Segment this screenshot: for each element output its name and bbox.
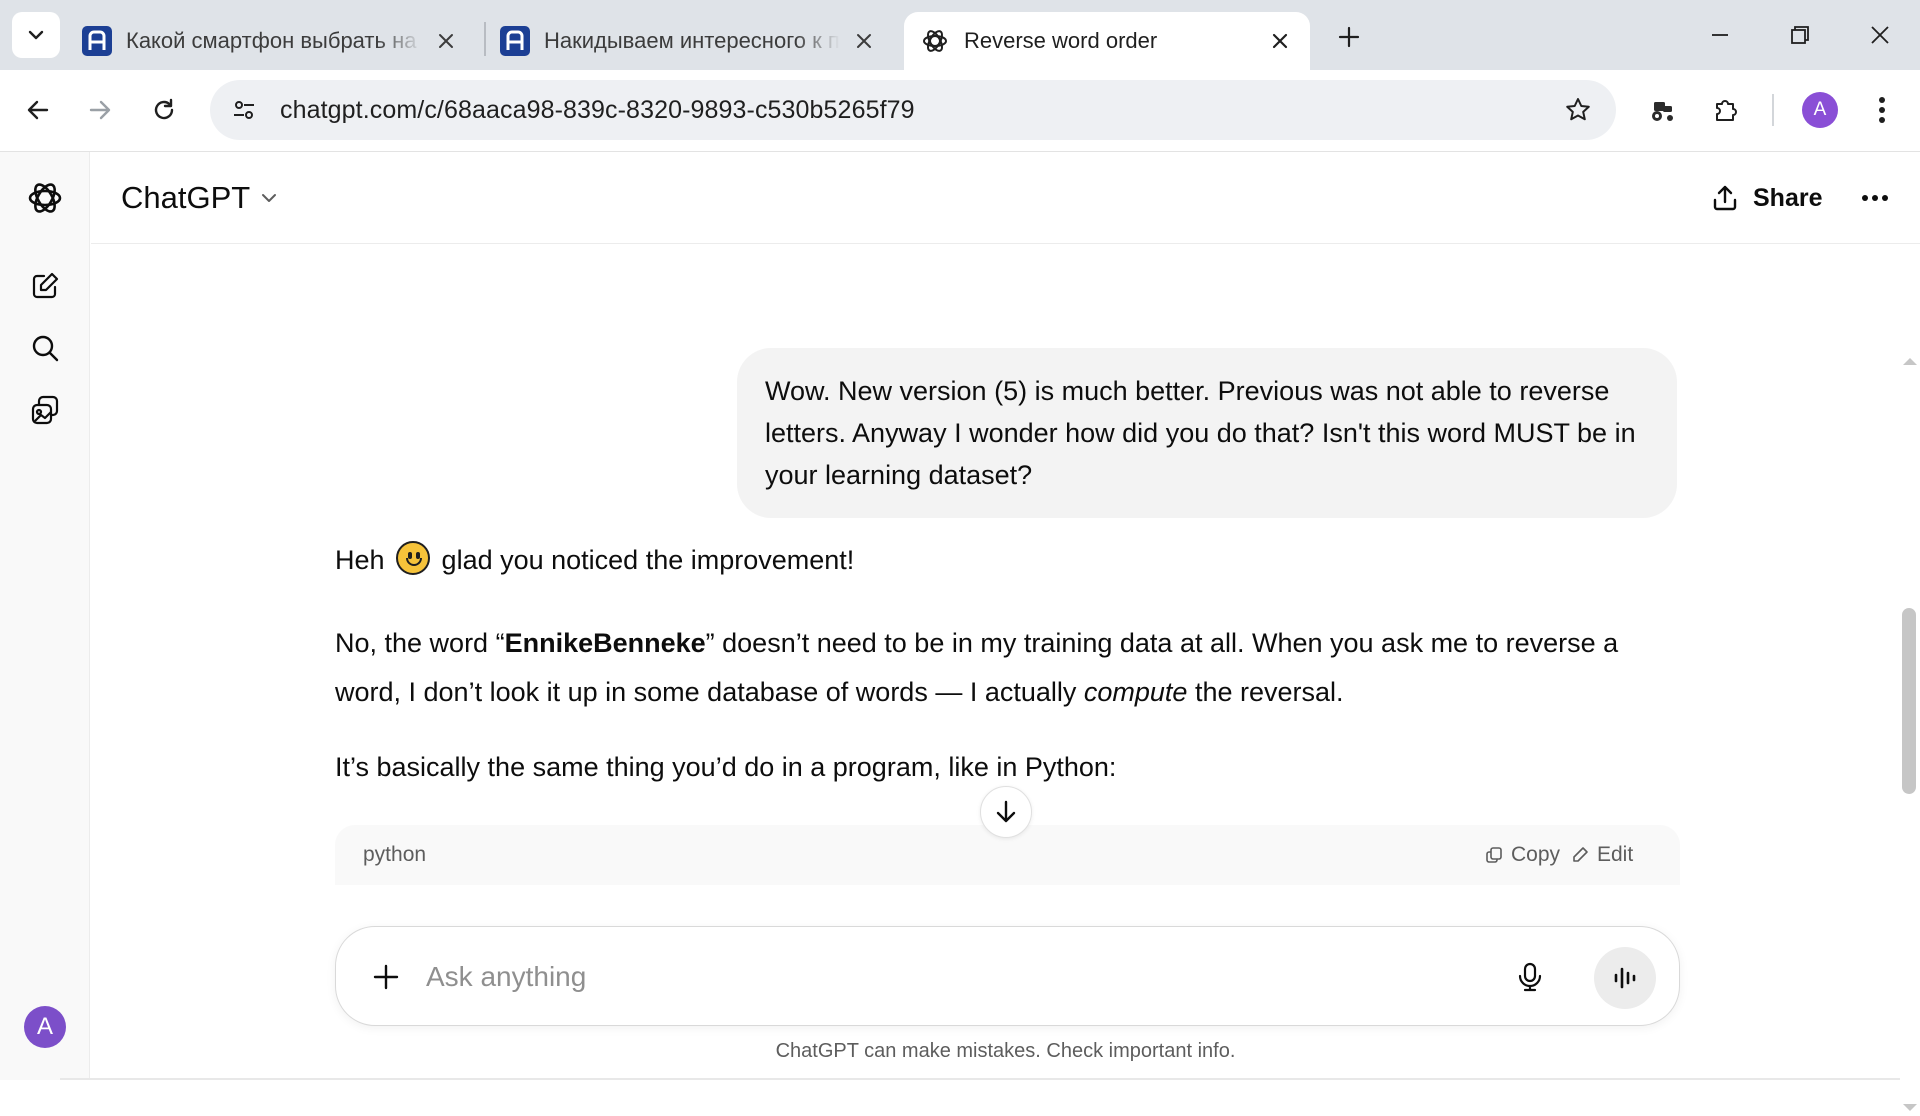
url-text: chatgpt.com/c/68aaca98-839c-8320-9893-c5…	[280, 95, 915, 124]
voice-waveform-icon	[1614, 967, 1636, 989]
chevron-down-icon	[28, 30, 44, 40]
minimize-icon	[1712, 34, 1728, 36]
chevron-down-icon	[260, 189, 278, 207]
copy-icon	[1486, 847, 1502, 863]
app-header: ChatGPT Share	[91, 152, 1920, 244]
bookmark-star-icon[interactable]	[1554, 86, 1602, 134]
voice-mode-button[interactable]	[1594, 947, 1656, 1009]
restore-icon	[1791, 26, 1809, 44]
tab-close-icon[interactable]	[1266, 27, 1294, 55]
arrow-left-icon	[27, 100, 49, 120]
main-panel: ChatGPT Share Wow. New version (5) is mu…	[91, 152, 1920, 1080]
sidebar-rail: A	[0, 152, 90, 1080]
library-button[interactable]	[21, 386, 69, 434]
openai-icon	[920, 26, 950, 56]
forward-button[interactable]	[76, 86, 124, 134]
scroll-up-arrow-icon[interactable]	[1903, 358, 1917, 365]
tab-title: Reverse word order	[964, 28, 1158, 53]
share-label: Share	[1753, 183, 1823, 212]
new-tab-button[interactable]	[1326, 14, 1372, 60]
reload-button[interactable]	[140, 86, 188, 134]
extension-tractor-icon[interactable]	[1638, 86, 1686, 134]
site-info-icon[interactable]	[222, 88, 266, 132]
share-icon	[1711, 184, 1739, 212]
reload-icon	[154, 98, 174, 120]
assistant-paragraph: It’s basically the same thing you’d do i…	[335, 752, 1117, 782]
disclaimer-text: ChatGPT can make mistakes. Check importa…	[775, 1040, 1236, 1062]
smiling-face-emoji-icon	[396, 541, 431, 575]
minimize-button[interactable]	[1680, 0, 1760, 70]
browser-tabstrip: Какой смартфон выбрать на сентябрь Накид…	[0, 0, 1920, 70]
prompt-input[interactable]	[426, 955, 1476, 999]
tab-title: Накидываем интересного к пятнице	[544, 28, 840, 53]
browser-tab-2[interactable]: Накидываем интересного к пятнице	[484, 12, 894, 70]
browser-profile-avatar[interactable]: A	[1802, 92, 1838, 128]
toolbar-divider	[1772, 94, 1774, 126]
share-button[interactable]: Share	[1711, 174, 1822, 222]
assistant-paragraph: No, the word “EnnikeBenneke” doesn’t nee…	[335, 628, 1619, 707]
tab-close-icon[interactable]	[432, 27, 460, 55]
new-chat-button[interactable]	[21, 262, 69, 310]
restore-button[interactable]	[1760, 0, 1840, 70]
scrollbar-thumb[interactable]	[1902, 608, 1916, 794]
plus-icon	[373, 964, 399, 990]
model-switcher[interactable]: ChatGPT	[121, 174, 278, 222]
composer	[335, 926, 1680, 1026]
arrow-right-icon	[89, 100, 111, 120]
search-chats-button[interactable]	[21, 324, 69, 372]
close-icon	[1871, 26, 1889, 44]
browser-toolbar: chatgpt.com/c/68aaca98-839c-8320-9893-c5…	[0, 70, 1920, 152]
library-images-icon	[31, 395, 59, 425]
dictate-button[interactable]	[1506, 953, 1554, 1001]
emphasized-word: compute	[1083, 677, 1188, 707]
copy-code-button[interactable]: Copy	[1485, 839, 1560, 871]
code-language-label: python	[363, 843, 427, 866]
assistant-paragraph: Heh glad you noticed the improvement!	[335, 538, 1680, 582]
plus-icon	[1338, 26, 1360, 48]
browser-tab-1[interactable]: Какой смартфон выбрать на сентябрь	[66, 12, 476, 70]
tab-search-button[interactable]	[12, 12, 60, 58]
chatgpt-app: A ChatGPT Share Wow. New version (5) is …	[0, 152, 1920, 1111]
openai-logo-icon[interactable]	[21, 174, 69, 222]
browser-tab-active[interactable]: Reverse word order	[904, 12, 1310, 70]
arrow-down-icon	[996, 800, 1016, 823]
ellipsis-icon	[1862, 195, 1888, 201]
browser-menu-icon[interactable]	[1858, 86, 1906, 134]
back-button[interactable]	[14, 86, 62, 134]
tab-title: Какой смартфон выбрать на сентябрь	[126, 28, 422, 53]
scroll-down-arrow-icon[interactable]	[1903, 1104, 1917, 1111]
new-chat-icon	[32, 272, 59, 299]
brand-a-icon	[82, 26, 112, 56]
edit-code-button[interactable]: Edit	[1571, 839, 1633, 871]
brand-a-icon	[500, 26, 530, 56]
highlighted-word: EnnikeBenneke	[504, 628, 706, 658]
scroll-to-bottom-button[interactable]	[980, 786, 1032, 838]
model-name: ChatGPT	[121, 180, 251, 215]
search-icon	[32, 335, 59, 362]
attach-button[interactable]	[362, 953, 410, 1001]
page-scrollbar[interactable]	[1900, 352, 1920, 1116]
user-avatar[interactable]: A	[24, 1006, 66, 1048]
extensions-puzzle-icon[interactable]	[1702, 86, 1750, 134]
more-options-button[interactable]	[1853, 176, 1897, 220]
tab-close-icon[interactable]	[850, 27, 878, 55]
microphone-icon	[1518, 962, 1542, 992]
close-window-button[interactable]	[1840, 0, 1920, 70]
address-bar[interactable]: chatgpt.com/c/68aaca98-839c-8320-9893-c5…	[210, 80, 1616, 140]
pencil-icon	[1573, 847, 1588, 862]
user-message-bubble: Wow. New version (5) is much better. Pre…	[737, 348, 1677, 518]
